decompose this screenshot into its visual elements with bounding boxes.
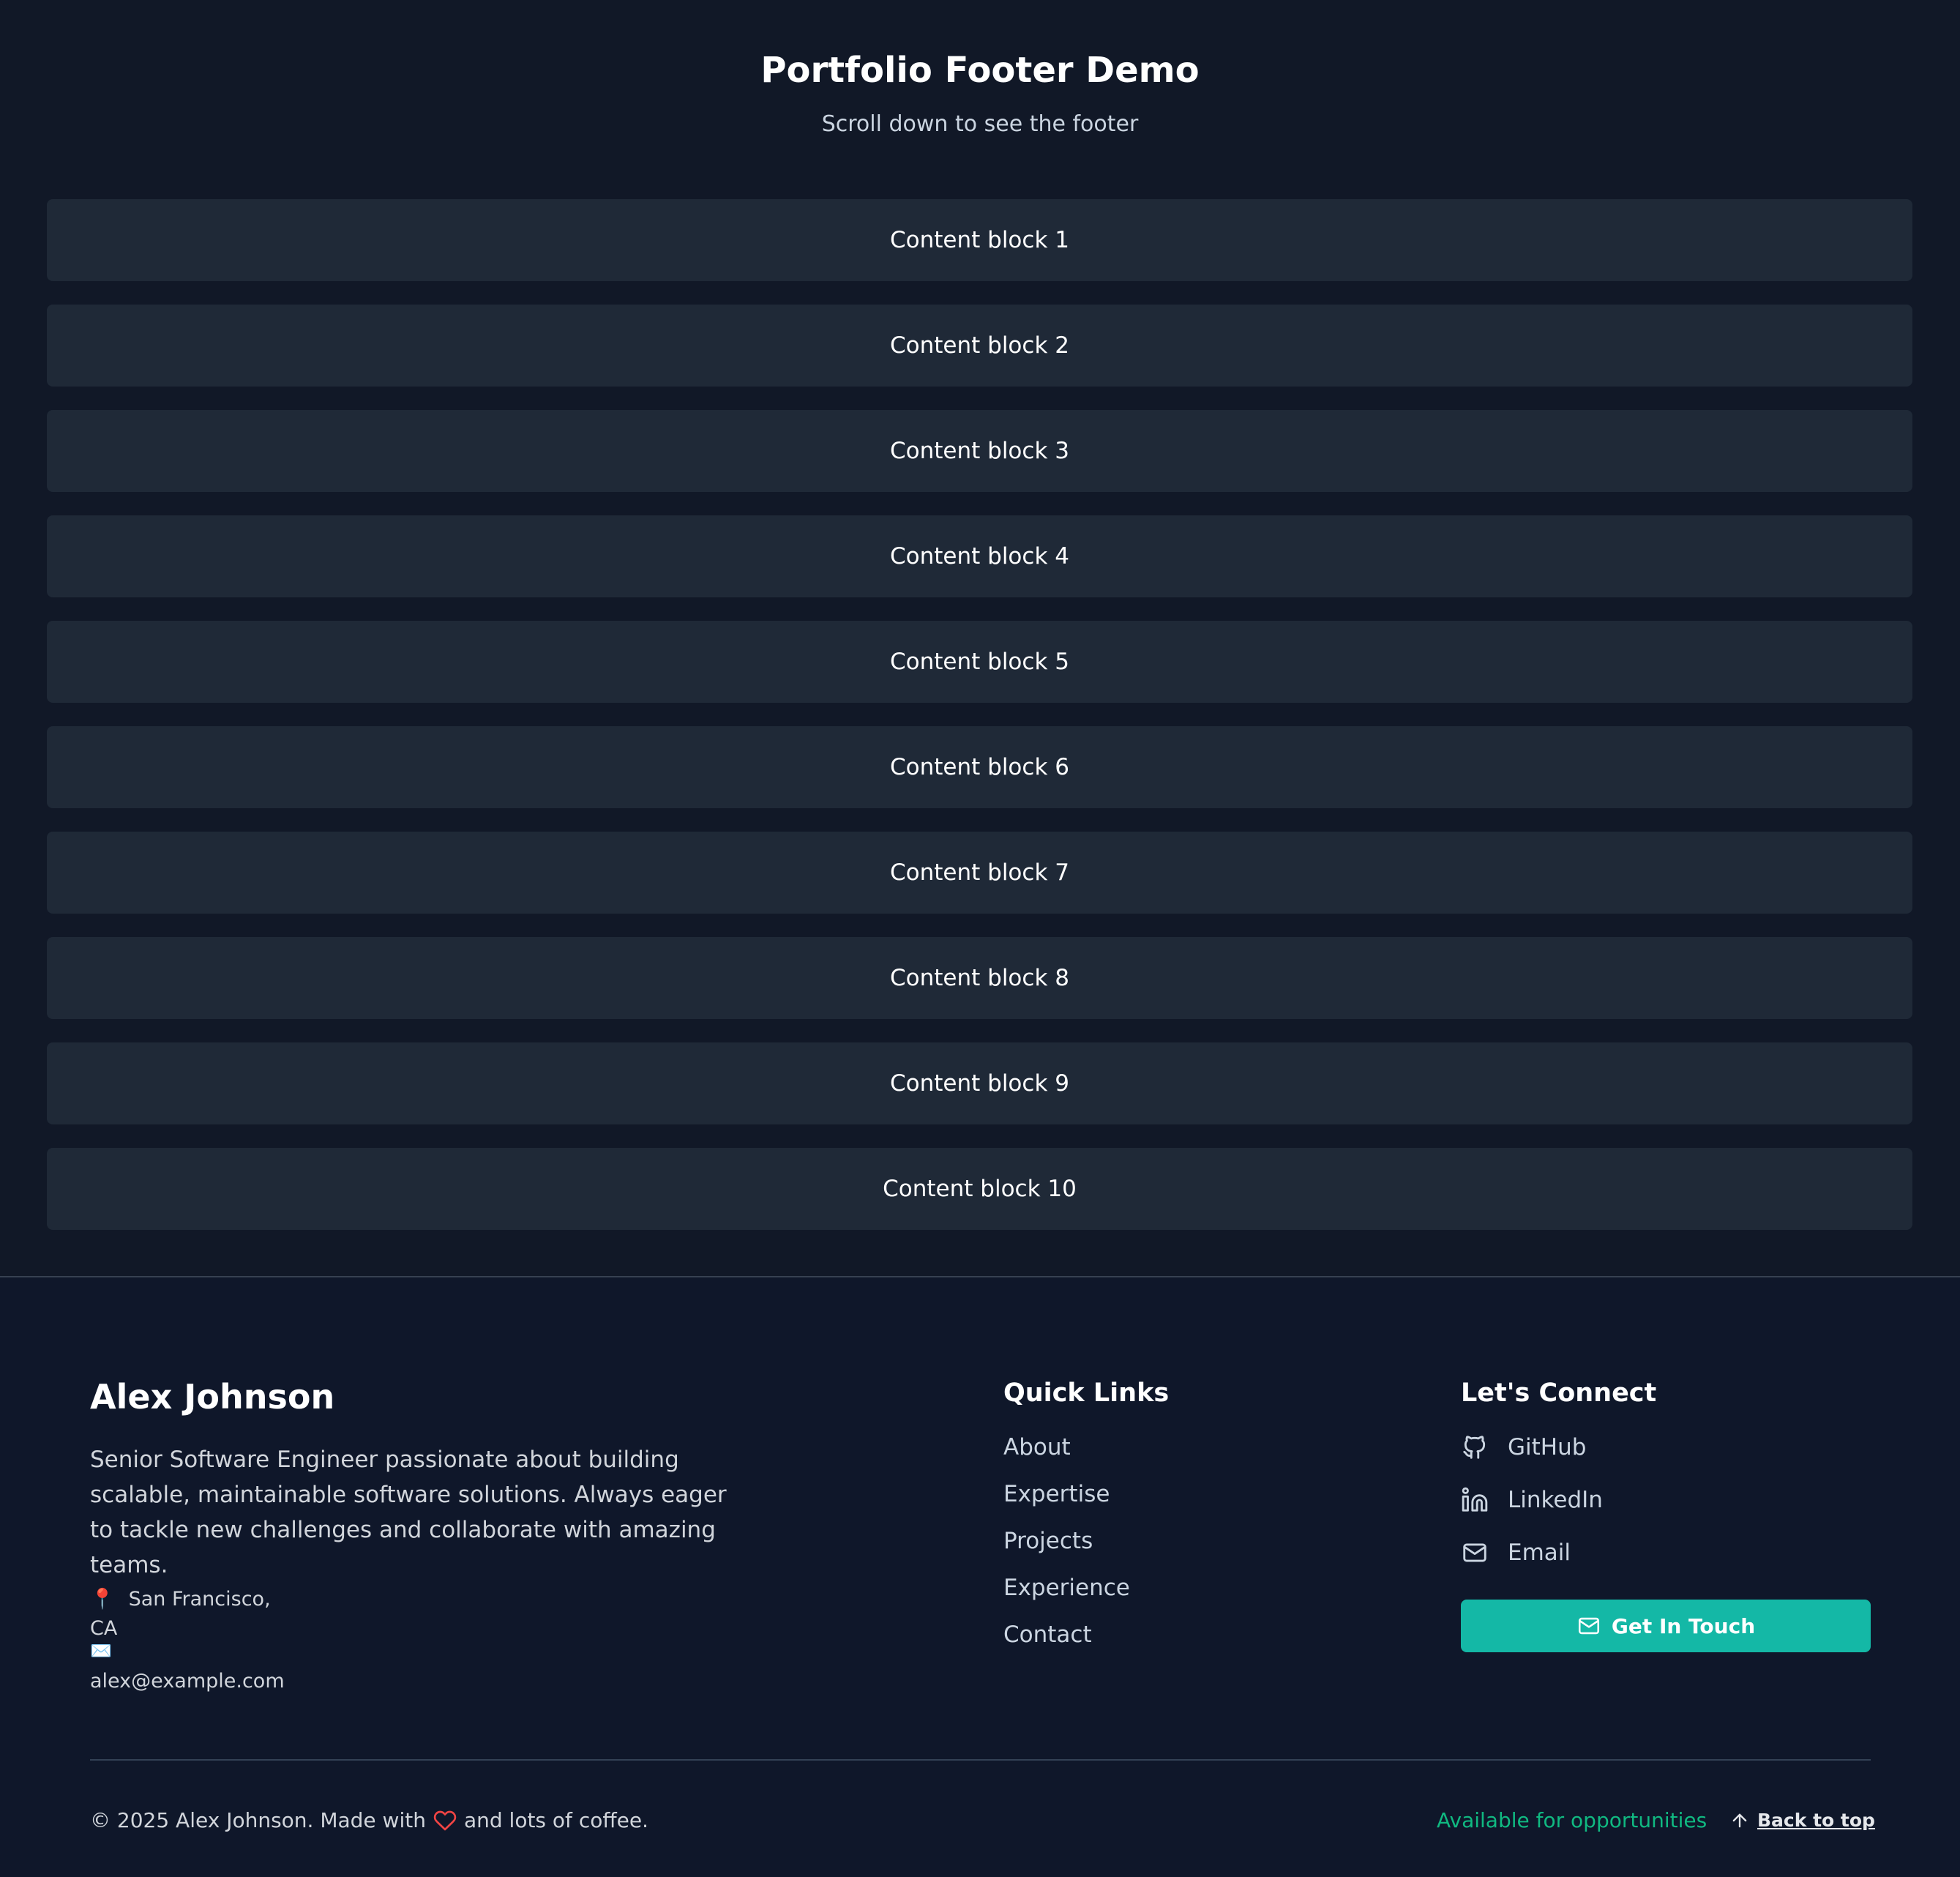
quick-links-heading: Quick Links [1003, 1378, 1170, 1408]
content-block: Content block 2 [47, 305, 1912, 387]
portfolio-footer: Alex Johnson Senior Software Engineer pa… [0, 1276, 1960, 1877]
content-block-list: Content block 1 Content block 2 Content … [47, 199, 1912, 1253]
content-block: Content block 7 [47, 832, 1912, 914]
linkedin-label: LinkedIn [1508, 1487, 1603, 1513]
envelope-icon: ✉️ [90, 1641, 112, 1661]
content-block: Content block 6 [47, 726, 1912, 808]
copyright: © 2025 Alex Johnson. Made with and lots … [90, 1806, 648, 1835]
social-links: GitHub LinkedIn Email [1461, 1433, 1603, 1591]
linkedin-link[interactable]: LinkedIn [1461, 1485, 1603, 1515]
quick-links-nav: About Expertise Projects Experience Cont… [1003, 1433, 1130, 1667]
map-pin-icon: 📍 [90, 1588, 115, 1611]
email-label: Email [1508, 1540, 1571, 1566]
copyright-prefix: © 2025 Alex Johnson. Made with [90, 1808, 426, 1832]
quick-link-experience[interactable]: Experience [1003, 1573, 1130, 1602]
footer-bio: Senior Software Engineer passionate abou… [90, 1447, 727, 1578]
back-to-top-link[interactable]: Back to top [1729, 1805, 1875, 1837]
quick-link-projects[interactable]: Projects [1003, 1526, 1130, 1556]
footer-content: Alex Johnson Senior Software Engineer pa… [90, 1277, 1875, 1877]
quick-link-about[interactable]: About [1003, 1433, 1130, 1462]
portfolio-footer-demo-page: Portfolio Footer Demo Scroll down to see… [0, 0, 1960, 1877]
content-block: Content block 5 [47, 621, 1912, 703]
location-city-line: 📍 San Francisco, [90, 1585, 271, 1614]
availability-status: Available for opportunities [1437, 1808, 1707, 1832]
page-title: Portfolio Footer Demo [760, 50, 1200, 91]
quick-link-contact[interactable]: Contact [1003, 1620, 1130, 1649]
arrow-up-icon [1732, 1813, 1747, 1828]
heart-icon [433, 1810, 457, 1831]
back-to-top-label: Back to top [1757, 1810, 1875, 1831]
content-block: Content block 10 [47, 1148, 1912, 1230]
copyright-suffix: and lots of coffee. [463, 1808, 648, 1832]
github-icon [1463, 1436, 1486, 1459]
github-label: GitHub [1508, 1434, 1587, 1460]
demo-header: Portfolio Footer Demo Scroll down to see… [0, 0, 1960, 139]
footer-name: Alex Johnson [90, 1377, 335, 1417]
footer-divider [90, 1759, 1871, 1761]
get-in-touch-label: Get In Touch [1611, 1613, 1756, 1638]
page-subtitle: Scroll down to see the footer [821, 111, 1139, 137]
connect-heading: Let's Connect [1461, 1378, 1657, 1408]
get-in-touch-button[interactable]: Get In Touch [1461, 1600, 1871, 1652]
github-link[interactable]: GitHub [1461, 1433, 1603, 1462]
location-city: San Francisco, [128, 1588, 271, 1611]
mail-icon [1463, 1543, 1486, 1562]
content-block: Content block 4 [47, 515, 1912, 597]
linkedin-icon [1462, 1487, 1488, 1512]
content-block: Content block 9 [47, 1042, 1912, 1124]
quick-link-expertise[interactable]: Expertise [1003, 1479, 1130, 1509]
mail-icon [1578, 1617, 1599, 1635]
email-link[interactable]: Email [1461, 1538, 1603, 1567]
content-block: Content block 3 [47, 410, 1912, 492]
content-block: Content block 8 [47, 937, 1912, 1019]
email-address: alex@example.com [90, 1670, 285, 1693]
content-block: Content block 1 [47, 199, 1912, 281]
